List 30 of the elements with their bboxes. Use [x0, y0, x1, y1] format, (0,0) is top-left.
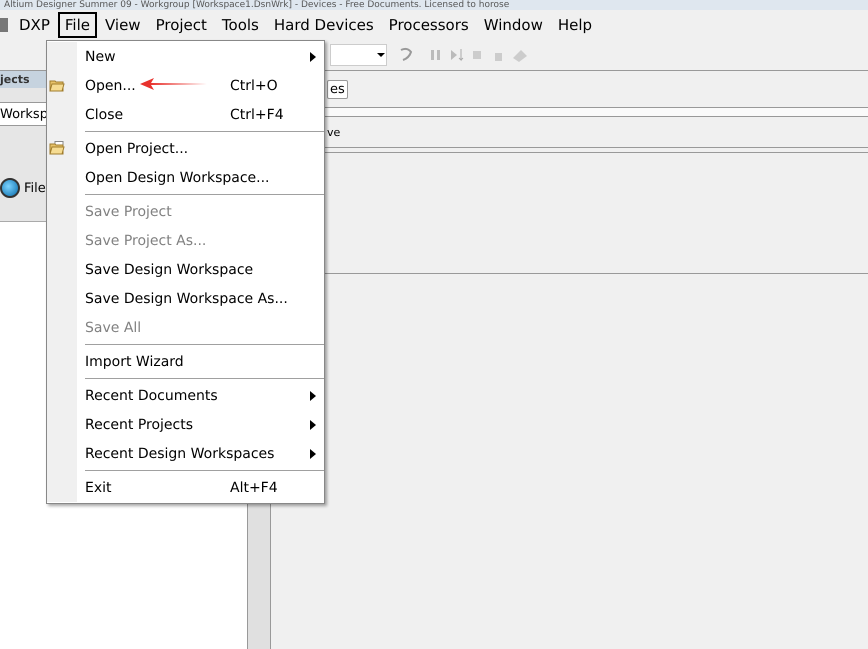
menu-option[interactable]: New — [77, 42, 324, 71]
content-label: ve — [327, 126, 340, 138]
menu-option[interactable]: Import Wizard — [77, 347, 324, 376]
menu-option[interactable]: Save Design Workspace — [77, 255, 324, 284]
menu-option[interactable]: Recent Documents — [77, 381, 324, 410]
window-title: Altium Designer Summer 09 - Workgroup [Workspace1.DsnWrk] - Devices - Free Documents. Licensed to horose — [0, 0, 868, 10]
menu-option[interactable]: Open Project... — [77, 134, 324, 163]
menu-option[interactable]: Open Design Workspace... — [77, 163, 324, 192]
menu-option[interactable]: Save Design Workspace As... — [77, 284, 324, 313]
radio-label: File — [24, 180, 46, 196]
menu-item[interactable]: Processors — [382, 12, 476, 38]
dxp-icon[interactable] — [0, 18, 8, 32]
menu-option[interactable]: Close Ctrl+F4 — [77, 100, 324, 129]
tab-button[interactable]: es — [327, 80, 348, 98]
menu-item[interactable]: File — [58, 12, 97, 38]
menu-item[interactable]: DXP — [12, 12, 57, 38]
dropdown-caret-icon — [376, 52, 386, 58]
dropdown-field[interactable] — [330, 44, 387, 66]
menu-item[interactable]: View — [98, 12, 148, 38]
menu-item[interactable]: Window — [476, 12, 550, 38]
menu-item[interactable]: Tools — [214, 12, 266, 38]
folder-icon — [49, 78, 65, 92]
radio-button[interactable] — [0, 178, 20, 198]
menu-item[interactable]: Project — [148, 12, 214, 38]
folder-document-icon — [49, 141, 65, 155]
menu-item[interactable]: Hard Devices — [266, 12, 381, 38]
menu-option[interactable]: Exit Alt+F4 — [77, 473, 324, 502]
menu-item[interactable]: Help — [550, 12, 600, 38]
menu-option[interactable]: Recent Design Workspaces — [77, 439, 324, 468]
menu-option[interactable]: Recent Projects — [77, 410, 324, 439]
